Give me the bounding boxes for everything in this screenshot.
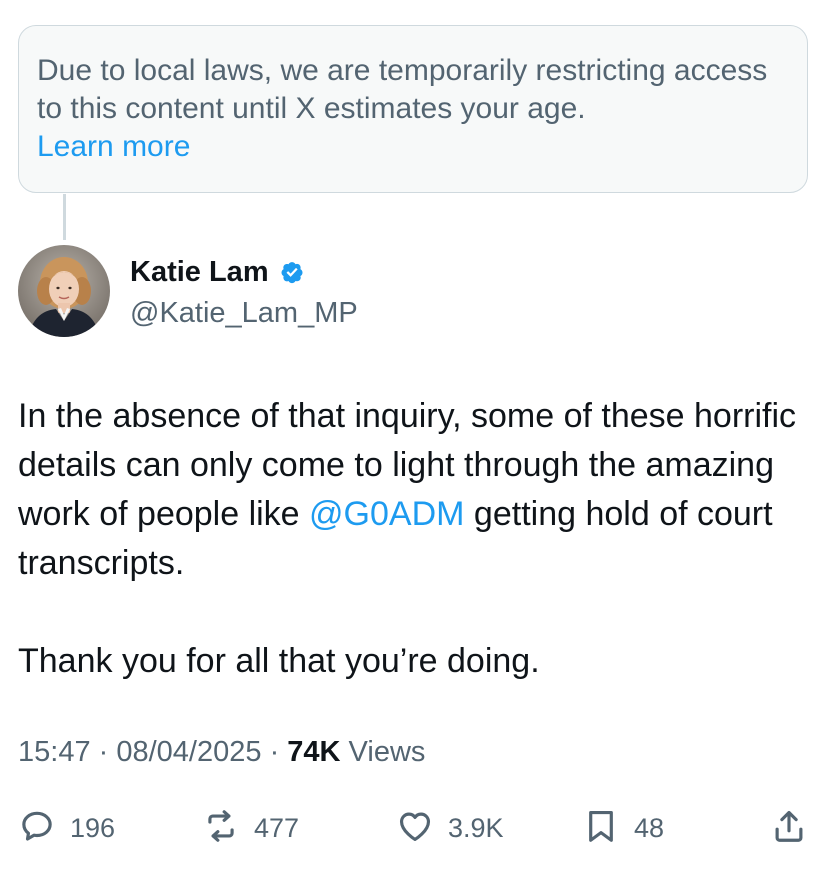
verified-badge-icon xyxy=(277,257,307,287)
thread-connector-line xyxy=(63,194,66,240)
tweet-text: In the absence of that inquiry, some of … xyxy=(18,392,818,686)
author-block: Katie Lam @Katie_Lam_MP xyxy=(130,254,358,330)
reply-button[interactable]: 196 xyxy=(18,800,115,856)
share-button[interactable] xyxy=(770,800,808,856)
learn-more-link[interactable]: Learn more xyxy=(37,128,789,166)
repost-count: 477 xyxy=(254,812,300,843)
tweet-paragraph-2: Thank you for all that you’re doing. xyxy=(18,642,540,680)
avatar[interactable] xyxy=(18,245,110,337)
like-count: 3.9K xyxy=(448,812,504,843)
notice-text: Due to local laws, we are temporarily re… xyxy=(37,54,768,125)
bookmark-button[interactable]: 48 xyxy=(582,800,664,856)
bookmark-count: 48 xyxy=(634,812,665,843)
views-label: Views xyxy=(340,736,426,768)
author-handle[interactable]: @Katie_Lam_MP xyxy=(130,297,358,330)
tweet-meta: 15:47 · 08/04/2025 · 74K Views xyxy=(18,736,425,769)
views-count: 74K xyxy=(287,736,341,768)
reply-icon xyxy=(18,807,56,850)
like-icon xyxy=(396,807,434,850)
reply-count: 196 xyxy=(70,812,116,843)
tweet-date[interactable]: 08/04/2025 xyxy=(116,736,261,768)
age-restriction-notice: Due to local laws, we are temporarily re… xyxy=(18,25,808,193)
author-name-row: Katie Lam xyxy=(130,254,358,290)
like-button[interactable]: 3.9K xyxy=(396,800,504,856)
bookmark-icon xyxy=(582,807,620,850)
action-bar: 196 477 3.9K 48 xyxy=(0,800,828,856)
mention-link[interactable]: @G0ADM xyxy=(309,495,464,533)
author-name[interactable]: Katie Lam xyxy=(130,256,269,289)
repost-icon xyxy=(202,807,240,850)
share-icon xyxy=(770,807,808,850)
meta-separator: · xyxy=(90,736,117,768)
tweet-paragraph-1: In the absence of that inquiry, some of … xyxy=(18,392,818,588)
avatar-image xyxy=(18,245,110,337)
repost-button[interactable]: 477 xyxy=(202,800,299,856)
tweet-time[interactable]: 15:47 xyxy=(18,736,91,768)
meta-separator: · xyxy=(261,736,288,768)
